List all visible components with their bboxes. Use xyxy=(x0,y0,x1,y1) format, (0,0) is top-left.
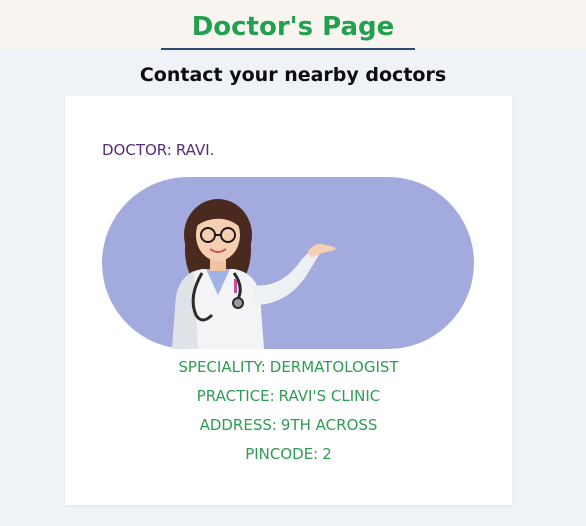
pincode-value: 2 xyxy=(322,445,332,463)
speciality-line: SPECIALITY: DERMATOLOGIST xyxy=(65,357,512,377)
page-subtitle: Contact your nearby doctors xyxy=(139,64,447,86)
page-title: Doctor's Page xyxy=(191,12,395,42)
practice-value: RAVI'S CLINIC xyxy=(278,387,381,405)
doctor-label: DOCTOR: xyxy=(102,141,172,159)
doctor-illustration-icon xyxy=(102,177,474,349)
practice-line: PRACTICE: RAVI'S CLINIC xyxy=(65,386,512,406)
doctor-card: DOCTOR: RAVI. SPECIALITY: DERMATOLOGIST … xyxy=(65,96,512,505)
address-label: ADDRESS: xyxy=(199,416,277,434)
pincode-line: PINCODE: 2 xyxy=(65,444,512,464)
speciality-label: SPECIALITY: xyxy=(178,358,266,376)
pincode-label: PINCODE: xyxy=(245,445,319,463)
speciality-value: DERMATOLOGIST xyxy=(269,358,399,376)
address-line: ADDRESS: 9TH ACROSS xyxy=(65,415,512,435)
doctor-name: RAVI. xyxy=(175,141,215,159)
practice-label: PRACTICE: xyxy=(196,387,275,405)
title-underline xyxy=(161,48,415,50)
doctor-name-line: DOCTOR: RAVI. xyxy=(102,140,214,160)
address-value: 9TH ACROSS xyxy=(280,416,378,434)
